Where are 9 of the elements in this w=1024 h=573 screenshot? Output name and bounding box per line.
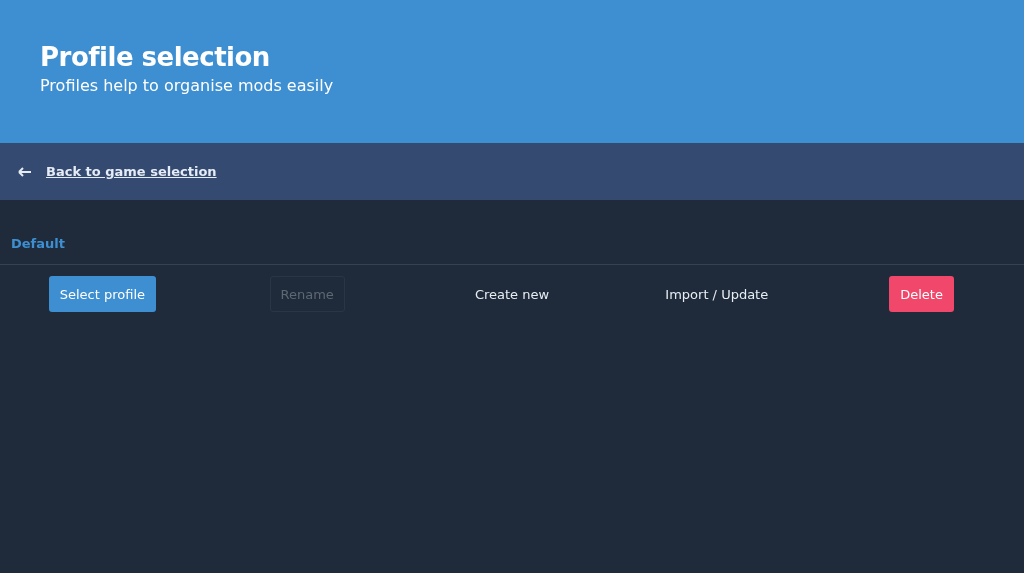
action-button[interactable]: Select profile [48,276,157,312]
action-button[interactable]: Delete [889,276,954,312]
back-link[interactable]: Back to game selection [46,164,217,179]
action-button[interactable]: Create new [463,276,561,312]
profile-item[interactable]: Default [0,200,1024,265]
page-subtitle: Profiles help to organise mods easily [40,76,335,95]
back-arrow-icon [18,166,32,177]
page-title: Profile selection [40,42,271,72]
action-button[interactable]: Import / Update [654,276,780,312]
